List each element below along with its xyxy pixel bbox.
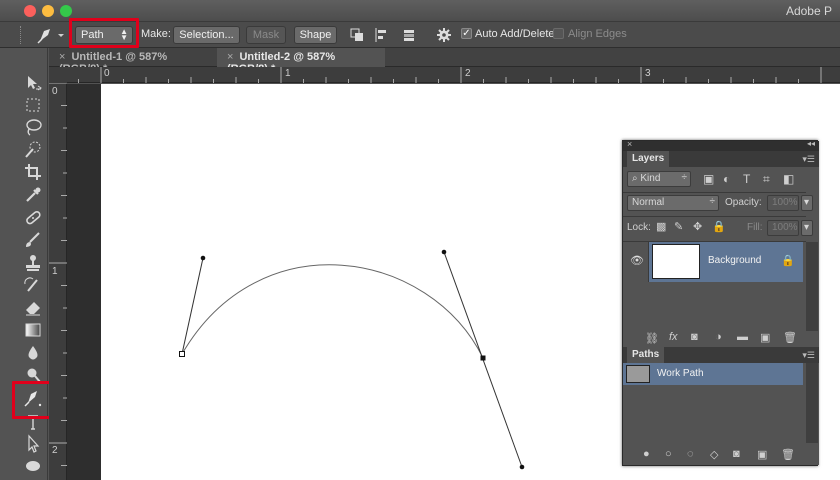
panel-menu-icon[interactable]: ▾☰ (802, 350, 815, 361)
new-path-icon[interactable]: ▣ (757, 448, 767, 461)
lock-icon: 🔒 (781, 255, 795, 267)
panel-dock-header[interactable]: × ◂◂ (623, 139, 819, 151)
filter-smart-object-icon[interactable]: ◧ (783, 172, 794, 186)
path-thumbnail (626, 365, 650, 383)
tab-paths[interactable]: Paths (627, 347, 665, 363)
paths-footer: ● ○ ◌ ◇ ◙ ▣ 🗑 (623, 447, 819, 465)
lock-image-icon[interactable]: ✎ (674, 220, 683, 233)
link-icon[interactable]: ⛓ (645, 332, 659, 345)
panel-menu-icon[interactable]: ▾☰ (802, 154, 815, 165)
fill-dropdown[interactable]: ▾ (801, 220, 813, 236)
layers-panel-header: Layers ▾☰ (623, 151, 819, 167)
opacity-dropdown[interactable]: ▾ (801, 195, 813, 211)
lock-transparent-icon[interactable]: ▩ (656, 220, 666, 233)
layers-panel: ⌕ Kind ÷ ▣ ◐ T ⌗ ◧ Normal ÷ Opacity: 100% … (623, 167, 819, 356)
panels-dock: × ◂◂ Layers ▾☰ ⌕ Kind ÷ ▣ ◐ T ⌗ ◧ Normal ÷… (622, 139, 819, 466)
path-curve[interactable] (181, 264, 484, 359)
adjustment-layer-icon[interactable]: ◑ (715, 331, 722, 343)
make-work-path-icon[interactable]: ◇ (710, 448, 718, 461)
layer-row-background[interactable]: 👁 Background 🔒 (623, 242, 803, 282)
opacity-input[interactable]: 100% (767, 195, 799, 211)
layers-scrollbar[interactable] (806, 242, 818, 342)
lock-label: Lock: (627, 222, 651, 233)
close-panel-icon[interactable]: × (627, 139, 632, 149)
layers-footer: ⛓ fx ◙ ◑ ▬ ▣ 🗑 (623, 331, 819, 347)
anchor-point-selected[interactable] (480, 355, 486, 361)
stroke-path-icon[interactable]: ○ (665, 448, 672, 460)
direction-line (181, 257, 204, 355)
select-arrows-icon: ÷ (681, 172, 688, 183)
paths-panel: Work Path (623, 363, 819, 447)
paths-panel-header: Paths ▾☰ (623, 347, 819, 363)
tab-layers[interactable]: Layers (627, 151, 670, 167)
fx-icon[interactable]: fx (669, 331, 678, 343)
collapse-panel-icon[interactable]: ◂◂ (807, 139, 815, 148)
path-row-work-path[interactable]: Work Path (623, 363, 803, 385)
search-icon: ⌕ (632, 173, 638, 184)
photoshop-window: Adobe P Path ▲ ▼ Make: Selection... Mask … (0, 0, 840, 480)
paths-scrollbar[interactable] (806, 363, 818, 443)
filter-type-icon[interactable]: T (743, 172, 750, 186)
filter-shape-icon[interactable]: ⌗ (763, 172, 770, 187)
new-group-icon[interactable]: ▬ (737, 331, 748, 343)
eye-icon: 👁 (630, 255, 644, 267)
layer-name: Background (708, 255, 762, 266)
divider (623, 192, 806, 193)
divider (623, 216, 806, 217)
direction-handle[interactable] (441, 249, 447, 255)
delete-icon[interactable]: 🗑 (781, 448, 795, 461)
opacity-label: Opacity: (725, 197, 762, 208)
new-layer-icon[interactable]: ▣ (760, 331, 770, 344)
layer-thumbnail (652, 244, 700, 279)
direction-handle[interactable] (519, 464, 525, 470)
load-selection-icon[interactable]: ◌ (687, 448, 694, 460)
blend-mode-select[interactable]: Normal ÷ (627, 195, 719, 211)
lock-all-icon[interactable]: 🔒 (712, 220, 726, 233)
direction-handle[interactable] (200, 255, 206, 261)
add-mask-icon[interactable]: ◙ (691, 331, 698, 343)
anchor-point[interactable] (179, 351, 185, 357)
layer-filter-value: Kind (640, 173, 661, 184)
fill-label: Fill: (747, 222, 763, 233)
fill-path-icon[interactable]: ● (643, 448, 650, 460)
layer-filter-select[interactable]: ⌕ Kind ÷ (627, 171, 691, 187)
visibility-toggle[interactable]: 👁 (623, 242, 649, 282)
filter-pixel-icon[interactable]: ▣ (703, 172, 714, 186)
filter-adjustment-icon[interactable]: ◐ (723, 172, 730, 186)
path-name: Work Path (657, 368, 704, 379)
select-arrows-icon: ÷ (709, 196, 716, 207)
lock-position-icon[interactable]: ✥ (693, 220, 702, 233)
delete-icon[interactable]: 🗑 (783, 331, 797, 344)
blend-mode-value: Normal (632, 197, 665, 208)
add-mask-icon[interactable]: ◙ (733, 448, 740, 460)
fill-input[interactable]: 100% (767, 220, 799, 236)
